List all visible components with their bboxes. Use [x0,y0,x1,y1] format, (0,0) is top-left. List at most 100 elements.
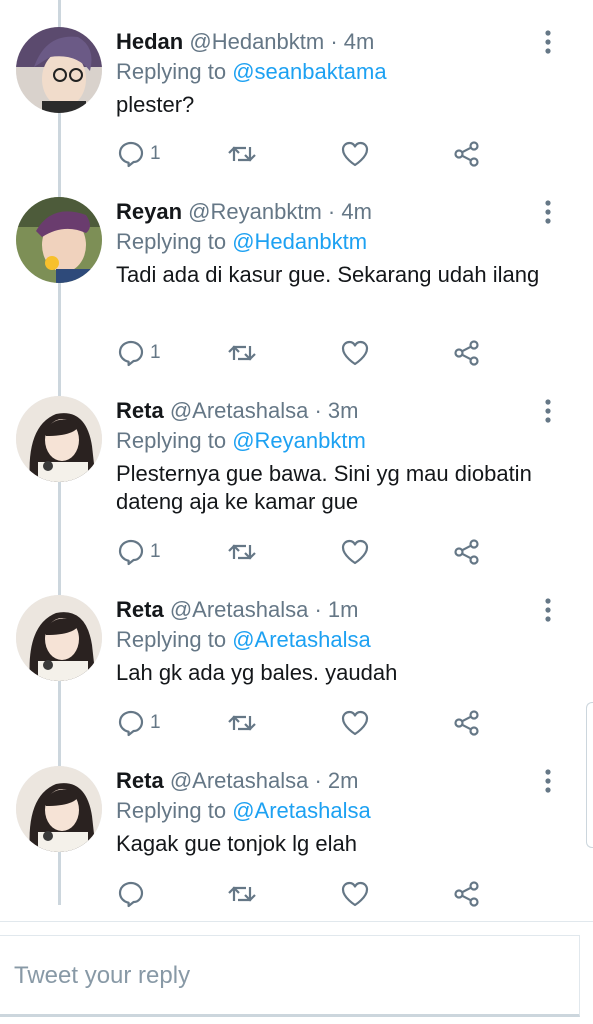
replying-to-label: Replying to [116,627,233,652]
like-button[interactable] [340,536,370,568]
tweet-header: Reta @Aretashalsa · 1m [116,595,358,625]
reply-count: 1 [150,712,161,733]
replying-to: Replying to @Hedanbktm [116,227,367,257]
tweet-actions: 1 [116,707,496,739]
tweet-actions [116,878,496,910]
separator-dot: · [314,768,322,793]
timestamp: 1m [327,597,359,622]
tweet-header: Hedan @Hedanbktm · 4m [116,27,374,57]
like-icon [341,710,369,736]
retweet-icon [228,146,256,162]
tweet-text: Tadi ada di kasur gue. Sekarang udah ila… [116,262,540,287]
avatar[interactable] [16,595,102,681]
reply-composer [0,935,580,1017]
more-options-icon[interactable] [536,197,560,227]
retweet-button[interactable] [226,707,258,739]
share-button[interactable] [452,337,482,369]
replying-to-label: Replying to [116,229,233,254]
reply-icon [118,539,144,566]
user-handle[interactable]: @Hedanbktm [189,29,324,54]
like-icon [341,881,369,907]
share-button[interactable] [452,138,482,170]
retweet-button[interactable] [226,337,258,369]
share-button[interactable] [452,536,482,568]
more-options-icon[interactable] [536,766,560,796]
share-icon [454,710,479,736]
reply-button[interactable]: 1 [116,536,161,568]
replying-to: Replying to @seanbaktama [116,57,387,87]
replying-to-label: Replying to [116,59,233,84]
replying-to: Replying to @Aretashalsa [116,796,371,826]
more-options-icon[interactable] [536,396,560,426]
user-handle[interactable]: @Aretashalsa [170,398,309,423]
tweet-header: Reyan @Reyanbktm · 4m [116,197,372,227]
retweet-button[interactable] [226,536,258,568]
timestamp: 2m [327,768,359,793]
timestamp: 3m [327,398,359,423]
avatar[interactable] [16,197,102,283]
like-button[interactable] [340,337,370,369]
display-name[interactable]: Reta [116,398,164,423]
reply-count: 1 [150,342,161,363]
tweet-header: Reta @Aretashalsa · 2m [116,766,358,796]
more-options-icon[interactable] [536,595,560,625]
share-icon [454,881,479,907]
retweet-icon [228,715,256,731]
more-options-icon[interactable] [536,27,560,57]
reply-button[interactable]: 1 [116,337,161,369]
tweet-text: Plesternya gue bawa. Sini yg mau diobati… [116,461,532,514]
tweet-actions: 1 [116,138,496,170]
retweet-icon [228,886,256,902]
separator-dot: · [314,398,322,423]
tweet-header: Reta @Aretashalsa · 3m [116,396,358,426]
display-name[interactable]: Reta [116,768,164,793]
like-icon [341,141,369,167]
reply-target-link[interactable]: @Reyanbktm [232,428,366,453]
reply-target-link[interactable]: @Aretashalsa [232,627,371,652]
replying-to-label: Replying to [116,428,233,453]
timestamp: 4m [341,199,372,224]
avatar[interactable] [16,396,102,482]
separator-dot: · [314,597,322,622]
divider [0,921,593,922]
display-name[interactable]: Reta [116,597,164,622]
share-button[interactable] [452,878,482,910]
replying-to-label: Replying to [116,798,233,823]
user-handle[interactable]: @Aretashalsa [170,768,309,793]
retweet-button[interactable] [226,878,258,910]
like-button[interactable] [340,138,370,170]
like-icon [341,539,369,565]
like-button[interactable] [340,707,370,739]
reply-count: 1 [150,541,161,562]
separator-dot: · [330,29,338,54]
reply-icon [118,141,144,168]
user-handle[interactable]: @Aretashalsa [170,597,309,622]
retweet-icon [228,544,256,560]
user-handle[interactable]: @Reyanbktm [188,199,322,224]
reply-button[interactable]: 1 [116,138,161,170]
tweet-actions: 1 [116,337,496,369]
reply-input[interactable] [14,956,554,996]
avatar[interactable] [16,766,102,852]
reply-button[interactable]: 1 [116,707,161,739]
display-name[interactable]: Hedan [116,29,183,54]
like-button[interactable] [340,878,370,910]
reply-icon [118,710,144,737]
scrollbar-handle[interactable] [586,702,593,848]
reply-target-link[interactable]: @Hedanbktm [232,229,367,254]
share-button[interactable] [452,707,482,739]
timestamp: 4m [343,29,375,54]
reply-target-link[interactable]: @seanbaktama [232,59,386,84]
display-name[interactable]: Reyan [116,199,182,224]
retweet-button[interactable] [226,138,258,170]
reply-count: 1 [150,143,161,164]
replying-to: Replying to @Reyanbktm [116,426,366,456]
share-icon [454,141,479,167]
reply-target-link[interactable]: @Aretashalsa [232,798,371,823]
tweet-text: Kagak gue tonjok lg elah [116,831,357,856]
tweet-actions: 1 [116,536,496,568]
reply-button[interactable] [116,878,150,910]
replying-to: Replying to @Aretashalsa [116,625,371,655]
avatar[interactable] [16,27,102,113]
tweet-text: plester? [116,92,195,117]
